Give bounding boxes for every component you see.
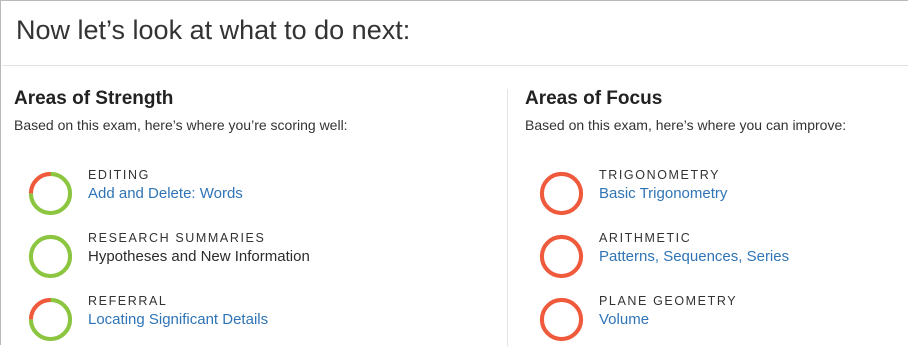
strength-item-category: REFERRAL — [88, 294, 168, 308]
focus-item: TRIGONOMETRY Basic Trigonometry — [525, 167, 908, 230]
score-ring-icon — [539, 297, 584, 342]
areas-of-strength-column: Areas of Strength Based on this exam, he… — [14, 87, 494, 342]
focus-item: PLANE GEOMETRY Volume — [525, 293, 908, 356]
score-ring-icon — [28, 297, 73, 342]
areas-of-focus-column: Areas of Focus Based on this exam, here’… — [525, 87, 908, 342]
score-ring-icon — [28, 171, 73, 216]
focus-item-category: TRIGONOMETRY — [599, 168, 721, 182]
next-steps-panel: Now let’s look at what to do next: Areas… — [0, 0, 908, 346]
focus-subtitle: Based on this exam, here’s where you can… — [525, 117, 847, 133]
focus-item-category: PLANE GEOMETRY — [599, 294, 738, 308]
strength-item: REFERRAL Locating Significant Details — [14, 293, 474, 356]
focus-item-topic-link[interactable]: Patterns, Sequences, Series — [599, 247, 789, 266]
strength-subtitle: Based on this exam, here’s where you’re … — [14, 117, 348, 133]
score-ring-icon — [28, 234, 73, 279]
focus-item: ARITHMETIC Patterns, Sequences, Series — [525, 230, 908, 293]
strength-heading: Areas of Strength — [14, 88, 174, 109]
score-ring-incorrect-arc — [539, 171, 584, 216]
focus-item-topic-link[interactable]: Volume — [599, 310, 737, 329]
header-divider — [2, 65, 908, 66]
score-ring-icon — [539, 234, 584, 279]
strength-item-category: RESEARCH SUMMARIES — [88, 231, 266, 245]
strength-item: EDITING Add and Delete: Words — [14, 167, 474, 230]
column-divider — [507, 89, 508, 346]
score-ring-correct-arc — [28, 234, 73, 279]
strength-item-topic: Hypotheses and New Information — [88, 248, 310, 265]
focus-item-category: ARITHMETIC — [599, 231, 692, 245]
page-title: Now let’s look at what to do next: — [16, 15, 411, 45]
score-ring-incorrect-arc — [539, 297, 584, 342]
strength-item: RESEARCH SUMMARIES Hypotheses and New In… — [14, 230, 474, 293]
strength-item-topic-link[interactable]: Add and Delete: Words — [88, 184, 243, 203]
strength-list: EDITING Add and Delete: Words RESEARCH S… — [14, 167, 474, 356]
focus-item-topic-link[interactable]: Basic Trigonometry — [599, 184, 727, 203]
focus-heading: Areas of Focus — [525, 88, 663, 109]
strength-item-topic-link[interactable]: Locating Significant Details — [88, 310, 268, 329]
strength-item-category: EDITING — [88, 168, 150, 182]
score-ring-icon — [539, 171, 584, 216]
focus-list: TRIGONOMETRY Basic Trigonometry ARITHMET… — [525, 167, 908, 356]
score-ring-incorrect-arc — [539, 234, 584, 279]
